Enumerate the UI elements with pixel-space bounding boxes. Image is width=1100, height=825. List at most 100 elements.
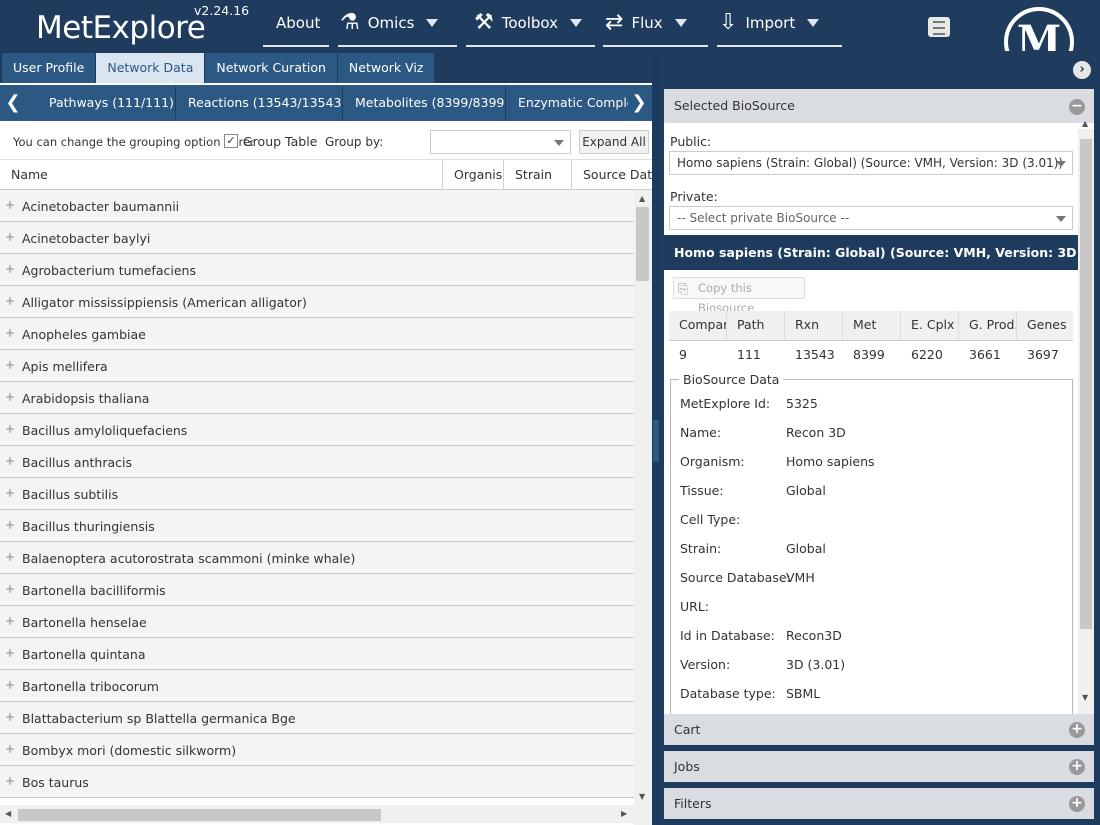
stat-col-met[interactable]: Met — [843, 311, 901, 340]
table-row[interactable]: + Bos taurus — [0, 766, 634, 798]
field-label: Cell Type: — [680, 512, 741, 527]
table-row[interactable]: + Balaenoptera acutorostrata scammoni (mi… — [0, 542, 634, 574]
group-by-select[interactable] — [430, 130, 571, 154]
stat-col-path[interactable]: Path — [727, 311, 785, 340]
scroll-down-icon[interactable]: ▼ — [1082, 693, 1088, 702]
collapse-icon[interactable]: − — [1069, 99, 1085, 115]
expand-row-icon[interactable]: + — [5, 743, 15, 755]
column-organism[interactable]: Organism — [443, 160, 504, 190]
group-table-checkbox[interactable]: ✓ — [224, 134, 238, 148]
expand-row-icon[interactable]: + — [5, 775, 15, 787]
expand-row-icon[interactable]: + — [5, 359, 15, 371]
scrollbar-thumb[interactable] — [18, 809, 381, 821]
collapse-panel-icon[interactable]: › — [1073, 61, 1091, 79]
scroll-left-icon[interactable]: ❮ — [2, 87, 24, 119]
app-logo[interactable]: MetExplore — [36, 10, 206, 46]
table-row[interactable]: + Anopheles gambiae — [0, 318, 634, 350]
expand-row-icon[interactable]: + — [5, 711, 15, 723]
expand-row-icon[interactable]: + — [5, 615, 15, 627]
subtab-enzymatic-complexes[interactable]: Enzymatic Complexes — [506, 87, 628, 119]
table-row[interactable]: + Bartonella quintana — [0, 638, 634, 670]
copy-biosource-button[interactable]: ⎘ Copy this Biosource — [673, 277, 805, 315]
stat-col-gprod[interactable]: G. Prod. — [959, 311, 1017, 340]
table-row[interactable]: + Bombyx mori (domestic silkworm) — [0, 734, 634, 766]
jobs-panel-header[interactable]: Jobs + — [664, 751, 1094, 782]
table-row[interactable]: + Blattabacterium sp Blattella germanica … — [0, 702, 634, 734]
main-tabs: User Profile Network Data Network Curati… — [0, 51, 652, 83]
table-row[interactable]: + Acinetobacter baylyi — [0, 222, 634, 254]
expand-row-icon[interactable]: + — [5, 295, 15, 307]
grid-horizontal-scrollbar[interactable]: ◀ ▶ — [0, 805, 634, 823]
expand-row-icon[interactable]: + — [5, 647, 15, 659]
expand-row-icon[interactable]: + — [5, 327, 15, 339]
stat-col-compart[interactable]: Compart. — [669, 311, 727, 340]
scrollbar-thumb[interactable] — [1080, 139, 1092, 629]
table-row[interactable]: + Agrobacterium tumefaciens — [0, 254, 634, 286]
stat-col-genes[interactable]: Genes — [1017, 311, 1073, 340]
filters-panel-header[interactable]: Filters + — [664, 788, 1094, 819]
table-row[interactable]: + Bacillus anthracis — [0, 446, 634, 478]
scroll-down-icon[interactable]: ▼ — [639, 792, 645, 801]
table-row[interactable]: + Acinetobacter baumannii — [0, 190, 634, 222]
subtab-reactions[interactable]: Reactions (13543/13543) — [176, 87, 343, 119]
expand-all-button[interactable]: Expand All — [579, 130, 649, 154]
column-strain[interactable]: Strain — [504, 160, 572, 190]
expand-row-icon[interactable]: + — [5, 487, 15, 499]
stat-col-ecplx[interactable]: E. Cplx — [901, 311, 959, 340]
scroll-right-small-icon[interactable]: ▶ — [621, 809, 627, 818]
scroll-left-small-icon[interactable]: ◀ — [5, 809, 11, 818]
scrollbar-thumb[interactable] — [636, 207, 649, 281]
tab-network-data[interactable]: Network Data — [96, 53, 206, 83]
nav-toolbox[interactable]: ⚒ Toolbox — [466, 0, 595, 47]
subtab-metabolites[interactable]: Metabolites (8399/8399) — [343, 87, 506, 119]
expand-row-icon[interactable]: + — [5, 551, 15, 563]
expand-row-icon[interactable]: + — [5, 423, 15, 435]
table-row[interactable]: + Apis mellifera — [0, 350, 634, 382]
table-row[interactable]: + Bartonella henselae — [0, 606, 634, 638]
table-row[interactable]: + Alligator mississippiensis (American al… — [0, 286, 634, 318]
column-name[interactable]: Name — [0, 160, 443, 190]
tab-user-profile[interactable]: User Profile — [2, 53, 97, 83]
column-source-database[interactable]: Source Database — [572, 160, 652, 190]
tab-network-curation[interactable]: Network Curation — [205, 53, 338, 83]
expand-row-icon[interactable]: + — [5, 679, 15, 691]
subtab-pathways[interactable]: Pathways (111/111) — [37, 87, 176, 119]
table-row[interactable]: + Bacillus thuringiensis — [0, 510, 634, 542]
scroll-up-icon[interactable]: ▲ — [639, 194, 645, 203]
table-row[interactable]: + Bartonella tribocorum — [0, 670, 634, 702]
scroll-right-icon[interactable]: ❯ — [628, 87, 650, 119]
table-row[interactable]: + Bacillus subtilis — [0, 478, 634, 510]
nav-flux-label: Flux — [631, 13, 663, 32]
stat-col-rxn[interactable]: Rxn — [785, 311, 843, 340]
cart-panel-header[interactable]: Cart + — [664, 714, 1094, 745]
expand-icon[interactable]: + — [1069, 722, 1085, 738]
expand-row-icon[interactable]: + — [5, 391, 15, 403]
stat-compart: 9 — [679, 347, 687, 362]
nav-flux[interactable]: ⇄ Flux — [603, 0, 708, 47]
table-row[interactable]: + Arabidopsis thaliana — [0, 382, 634, 414]
pane-vertical-scrollbar[interactable]: ▲ ▼ — [1078, 119, 1094, 714]
expand-row-icon[interactable]: + — [5, 199, 15, 211]
expand-row-icon[interactable]: + — [5, 455, 15, 467]
expand-row-icon[interactable]: + — [5, 263, 15, 275]
table-row[interactable]: + Bartonella bacilliformis — [0, 574, 634, 606]
nav-about[interactable]: About — [263, 0, 329, 47]
row-name: Anopheles gambiae — [22, 327, 146, 342]
expand-icon[interactable]: + — [1069, 796, 1085, 812]
expand-row-icon[interactable]: + — [5, 583, 15, 595]
public-biosource-select[interactable]: Homo sapiens (Strain: Global) (Source: V… — [669, 151, 1073, 175]
expand-icon[interactable]: + — [1069, 759, 1085, 775]
private-biosource-select[interactable]: -- Select private BioSource -- — [669, 206, 1073, 230]
grid-vertical-scrollbar[interactable]: ▲ ▼ — [634, 190, 652, 825]
hamburger-menu-icon[interactable] — [928, 17, 950, 37]
splitter-handle[interactable] — [653, 420, 659, 462]
biosource-data-fieldset: BioSource Data MetExplore Id: 5325 Name: Re… — [670, 372, 1073, 719]
nav-omics[interactable]: ⚗ Omics — [338, 0, 457, 47]
scroll-up-icon[interactable]: ▲ — [1082, 119, 1088, 128]
expand-row-icon[interactable]: + — [5, 231, 15, 243]
table-row[interactable]: + Bacillus amyloliquefaciens — [0, 414, 634, 446]
tab-network-viz[interactable]: Network Viz — [337, 53, 436, 83]
nav-import[interactable]: ⇩ Import — [717, 0, 842, 47]
pane-header[interactable]: Selected BioSource − — [664, 89, 1094, 123]
expand-row-icon[interactable]: + — [5, 519, 15, 531]
